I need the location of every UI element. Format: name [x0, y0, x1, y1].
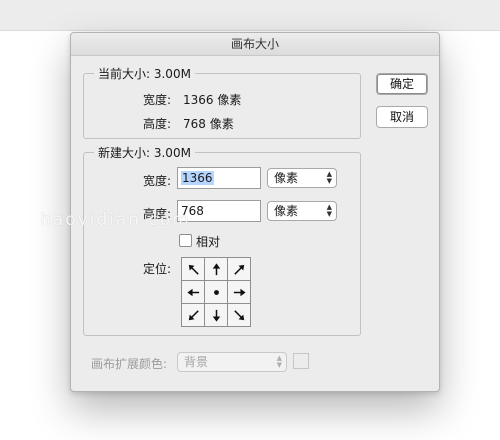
select-arrows-icon: ▲ ▼	[326, 170, 332, 185]
select-arrows-icon: ▲ ▼	[276, 354, 282, 369]
arrow-down-icon	[212, 309, 220, 322]
anchor-top-right[interactable]	[228, 258, 251, 281]
arrow-up-left-icon	[188, 264, 199, 275]
anchor-label: 定位:	[143, 262, 172, 276]
anchor-bottom-left[interactable]	[182, 304, 205, 327]
arrow-down-right-icon	[233, 309, 244, 320]
arrow-left-icon	[186, 288, 199, 296]
extension-color-value: 背景	[184, 355, 209, 369]
arrow-down-left-icon	[188, 309, 199, 320]
anchor-grid	[181, 257, 251, 327]
arrow-right-icon	[233, 288, 246, 296]
background-window-toolbar	[0, 0, 500, 31]
width-unit-value: 像素	[274, 171, 299, 185]
arrow-up-right-icon	[233, 264, 244, 275]
anchor-bottom[interactable]	[205, 304, 228, 327]
anchor-top-left[interactable]	[182, 258, 205, 281]
anchor-center[interactable]	[205, 281, 228, 304]
anchor-right[interactable]	[228, 281, 251, 304]
width-input-value: 1366	[181, 171, 214, 185]
current-height-label: 高度:	[143, 117, 172, 131]
current-width-value: 1366 像素	[183, 93, 242, 107]
center-dot-icon	[213, 289, 219, 295]
current-height-value: 768 像素	[183, 117, 234, 131]
width-input[interactable]: 1366	[177, 167, 261, 189]
current-width-label: 宽度:	[143, 93, 172, 107]
width-unit-select[interactable]: 像素 ▲ ▼	[267, 168, 337, 188]
relative-label: 相对	[196, 235, 221, 249]
anchor-bottom-right[interactable]	[228, 304, 251, 327]
ok-button[interactable]: 确定	[376, 73, 428, 95]
anchor-left[interactable]	[182, 281, 205, 304]
arrow-up-icon	[212, 262, 220, 275]
extension-color-swatch[interactable]	[293, 353, 309, 369]
anchor-top[interactable]	[205, 258, 228, 281]
current-size-legend: 当前大小: 3.00M	[98, 67, 191, 81]
dialog-title: 画布大小	[71, 33, 439, 56]
new-size-legend: 新建大小: 3.00M	[98, 146, 191, 160]
extension-color-label: 画布扩展颜色:	[91, 357, 168, 371]
watermark-text: haoyidian.com	[40, 210, 191, 230]
cancel-button[interactable]: 取消	[376, 106, 428, 128]
height-unit-select[interactable]: 像素 ▲ ▼	[267, 201, 337, 221]
select-arrows-icon: ▲ ▼	[326, 203, 332, 218]
height-unit-value: 像素	[274, 204, 299, 218]
extension-color-select[interactable]: 背景 ▲ ▼	[177, 352, 287, 372]
new-width-label: 宽度:	[143, 174, 172, 188]
relative-checkbox[interactable]	[179, 234, 192, 247]
